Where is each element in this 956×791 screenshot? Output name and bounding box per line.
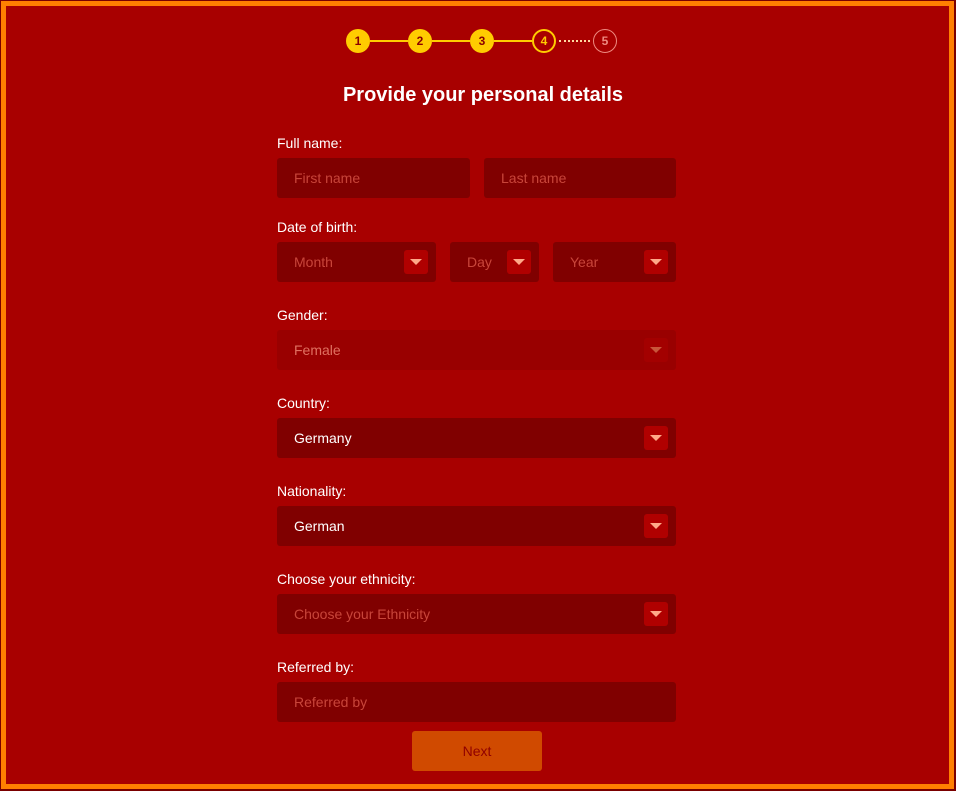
country-value: Germany [294,430,352,446]
step-connector-pending [559,40,590,42]
step-connector [370,40,408,42]
next-button[interactable]: Next [412,731,542,771]
chevron-down-icon [410,259,422,265]
nationality-value: German [294,518,345,534]
month-select[interactable]: Month [277,242,436,282]
gender-value: Female [294,342,341,358]
gender-group: Gender: Female [277,306,676,370]
step-connector [494,40,532,42]
month-dropdown-button[interactable] [404,250,428,274]
nationality-group: Nationality: German [277,482,676,546]
page-title: Provide your personal details [342,84,624,106]
nationality-label: Nationality: [277,483,347,499]
day-placeholder: Day [467,254,492,270]
step-4: 4 [532,29,556,53]
country-group: Country: Germany [277,394,676,458]
referred-by-group: Referred by: [277,658,676,722]
first-name-field[interactable] [277,158,470,198]
step-5: 5 [593,29,617,53]
ethnicity-dropdown-button[interactable] [644,602,668,626]
referred-by-field[interactable] [277,682,676,722]
ethnicity-placeholder: Choose your Ethnicity [294,606,431,622]
last-name-input[interactable] [501,158,676,198]
referred-by-label: Referred by: [277,659,355,675]
year-select[interactable]: Year [553,242,676,282]
country-select[interactable]: Germany [277,418,676,458]
year-dropdown-button[interactable] [644,250,668,274]
full-name-group: Full name: [277,134,676,198]
dob-group: Date of birth: Month Day Year [277,218,676,282]
ethnicity-group: Choose your ethnicity: Choose your Ethni… [277,570,676,634]
country-label: Country: [277,395,330,411]
last-name-field[interactable] [484,158,676,198]
referred-by-input[interactable] [294,682,676,722]
year-placeholder: Year [570,254,599,270]
nationality-select[interactable]: German [277,506,676,546]
dob-label: Date of birth: [277,219,358,235]
chevron-down-icon [650,347,662,353]
country-dropdown-button[interactable] [644,426,668,450]
chevron-down-icon [513,259,525,265]
nationality-dropdown-button[interactable] [644,514,668,538]
full-name-label: Full name: [277,135,343,151]
chevron-down-icon [650,611,662,617]
step-3: 3 [470,29,494,53]
chevron-down-icon [650,523,662,529]
ethnicity-label: Choose your ethnicity: [277,571,416,587]
ethnicity-select[interactable]: Choose your Ethnicity [277,594,676,634]
step-2: 2 [408,29,432,53]
first-name-input[interactable] [294,158,470,198]
step-connector [432,40,470,42]
gender-dropdown-button [644,338,668,362]
personal-details-form: Full name: Date of birth: Month Day Year [277,134,676,722]
step-1: 1 [346,29,370,53]
chevron-down-icon [650,435,662,441]
day-dropdown-button[interactable] [507,250,531,274]
chevron-down-icon [650,259,662,265]
gender-select: Female [277,330,676,370]
gender-label: Gender: [277,307,328,323]
month-placeholder: Month [294,254,333,270]
progress-stepper: 1 2 3 4 5 [346,29,617,53]
day-select[interactable]: Day [450,242,539,282]
